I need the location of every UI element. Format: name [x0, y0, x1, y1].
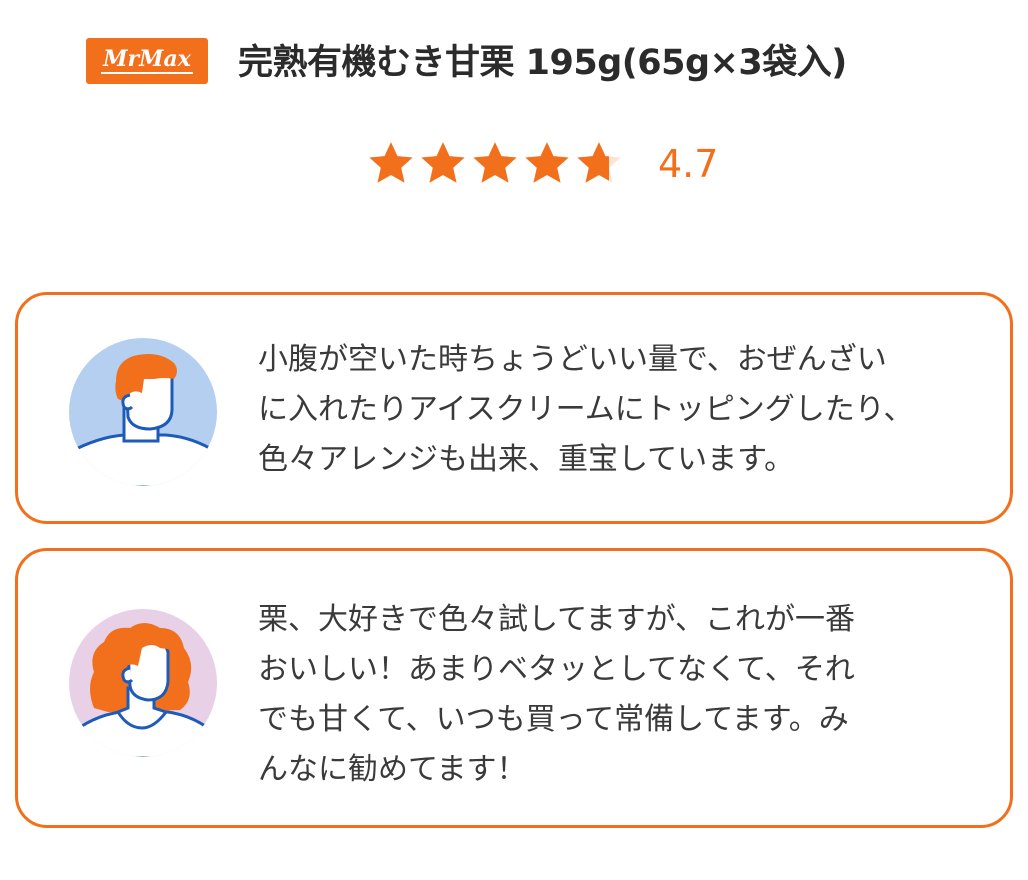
star-rating: [366, 139, 626, 189]
rating-value: 4.7: [658, 142, 719, 186]
star-icon: [525, 142, 569, 183]
review-card: 小腹が空いた時ちょうどいい量で、おぜんざい に入れたりアイスクリームにトッピング…: [15, 292, 1013, 524]
star-icon: [369, 142, 413, 183]
review-card: 栗、大好きで色々試してますが、これが一番 おいしい！あまりベタッとしてなくて、そ…: [15, 548, 1013, 828]
male-avatar-icon: [69, 338, 217, 486]
review-text: 小腹が空いた時ちょうどいい量で、おぜんざい に入れたりアイスクリームにトッピング…: [258, 342, 914, 477]
female-avatar-icon: [69, 609, 217, 757]
mrmax-logo: MrMax: [86, 38, 208, 84]
logo-text: MrMax: [101, 46, 193, 74]
star-icon: [577, 142, 621, 183]
product-header: MrMax 完熟有機むき甘栗 195g(65g×3袋入): [0, 30, 1028, 94]
star-icon: [421, 142, 465, 183]
product-title: 完熟有機むき甘栗 195g(65g×3袋入): [238, 43, 847, 83]
star-icon: [473, 142, 517, 183]
rating-summary: 4.7: [366, 136, 718, 192]
review-text: 栗、大好きで色々試してますが、これが一番 おいしい！あまりベタッとしてなくて、そ…: [258, 602, 855, 787]
